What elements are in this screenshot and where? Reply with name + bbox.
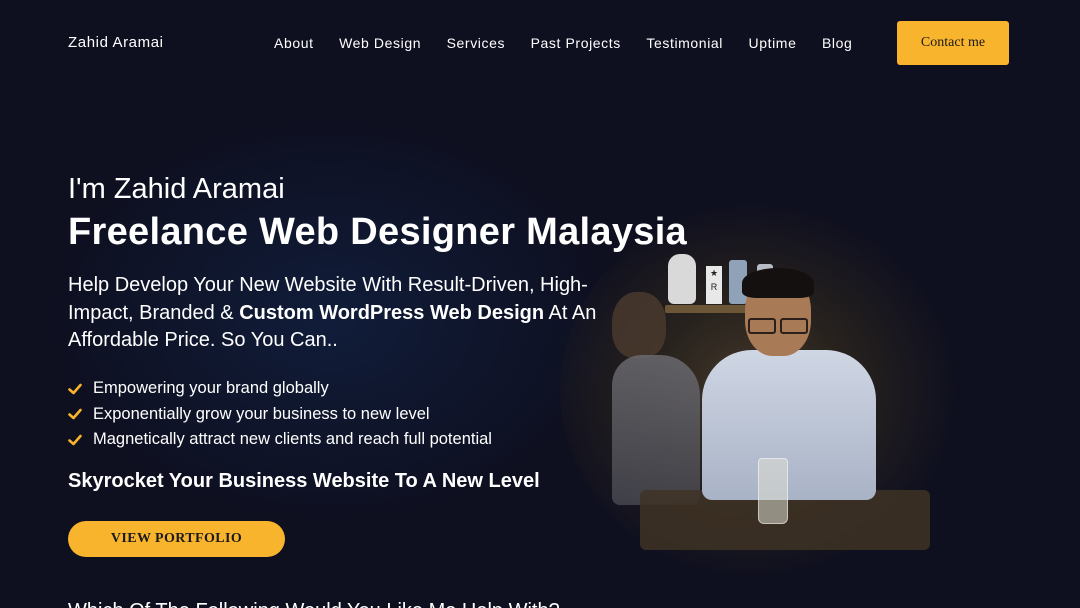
check-icon <box>68 408 82 420</box>
nav-web-design[interactable]: Web Design <box>339 34 421 52</box>
site-brand[interactable]: Zahid Aramai <box>68 34 164 51</box>
nav-testimonial[interactable]: Testimonial <box>646 34 723 52</box>
view-portfolio-button[interactable]: VIEW PORTFOLIO <box>68 521 285 557</box>
photo-glass <box>758 458 788 524</box>
photo-box-label: R <box>710 282 718 292</box>
check-icon <box>68 434 82 446</box>
list-item-label: Exponentially grow your business to new … <box>93 404 430 423</box>
nav-blog[interactable]: Blog <box>822 34 852 52</box>
list-item: Exponentially grow your business to new … <box>68 402 492 428</box>
photo-box: ★ R <box>706 266 722 304</box>
photo-glasses <box>748 318 808 334</box>
list-item-label: Magnetically attract new clients and rea… <box>93 430 492 449</box>
main-nav: About Web Design Services Past Projects … <box>274 34 878 52</box>
hero-description: Help Develop Your New Website With Resul… <box>68 272 628 355</box>
benefits-list: Empowering your brand globally Exponenti… <box>68 376 492 453</box>
check-icon <box>68 383 82 395</box>
nav-services[interactable]: Services <box>447 34 505 52</box>
nav-about[interactable]: About <box>274 34 314 52</box>
photo-figurine <box>668 254 696 304</box>
photo-person-body <box>702 350 876 500</box>
hero-description-bold: Custom WordPress Web Design <box>239 301 545 324</box>
list-item: Empowering your brand globally <box>68 376 492 402</box>
hero-intro: I'm Zahid Aramai <box>68 173 285 205</box>
nav-past-projects[interactable]: Past Projects <box>531 34 621 52</box>
photo-person-left <box>612 355 700 505</box>
nav-uptime[interactable]: Uptime <box>749 34 797 52</box>
photo-person-hair <box>742 268 814 298</box>
hero-title: Freelance Web Designer Malaysia <box>68 211 687 253</box>
page: Zahid Aramai About Web Design Services P… <box>0 0 1080 608</box>
list-item: Magnetically attract new clients and rea… <box>68 427 492 453</box>
list-item-label: Empowering your brand globally <box>93 379 329 398</box>
contact-me-button[interactable]: Contact me <box>897 21 1009 65</box>
services-question-heading: Which Of The Following Would You Like Me… <box>68 598 560 608</box>
hero-tagline: Skyrocket Your Business Website To A New… <box>68 470 540 492</box>
